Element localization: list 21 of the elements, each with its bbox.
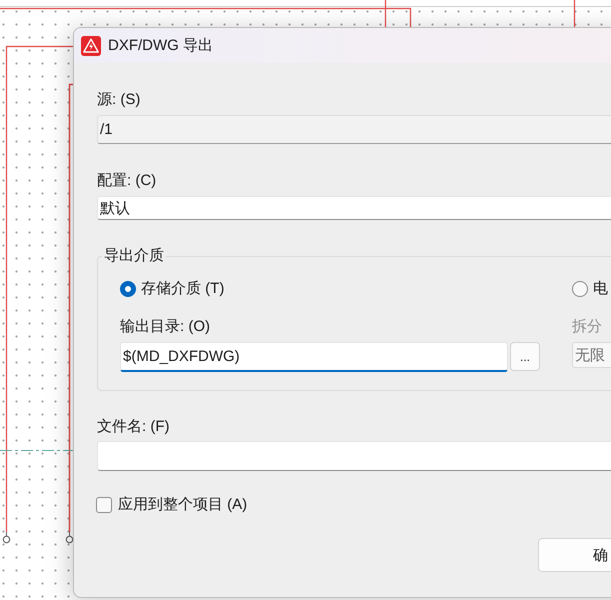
radio-button[interactable]: 电 bbox=[572, 279, 608, 299]
field-label: 源: (S) bbox=[97, 90, 140, 110]
filename-field[interactable] bbox=[97, 441, 611, 471]
confirm-button[interactable]: 确 bbox=[538, 538, 611, 572]
config-field[interactable]: 默认 bbox=[97, 196, 611, 220]
group-title: 导出介质 bbox=[103, 246, 165, 266]
terminal-icon bbox=[2, 532, 10, 544]
directory-field[interactable]: $(MD_DXFDWG) bbox=[120, 342, 508, 372]
wire-line bbox=[574, 0, 576, 30]
field-label: 输出目录: (O) bbox=[120, 317, 210, 337]
terminal-icon bbox=[66, 532, 74, 544]
field-label: 拆分 bbox=[572, 317, 602, 337]
radio-button[interactable]: 存储介质 (T) bbox=[120, 279, 224, 299]
field-label: 配置: (C) bbox=[97, 171, 156, 191]
browse-button[interactable]: ... bbox=[510, 342, 540, 371]
field-label: 文件名: (F) bbox=[97, 417, 170, 437]
checkbox[interactable]: 应用到整个项目 (A) bbox=[96, 495, 248, 515]
source-field[interactable]: /1 bbox=[97, 115, 611, 144]
split-field[interactable]: 无限 bbox=[572, 342, 611, 368]
window-title: DXF/DWG 导出 bbox=[108, 36, 213, 55]
lightning-warning-icon bbox=[81, 36, 101, 56]
